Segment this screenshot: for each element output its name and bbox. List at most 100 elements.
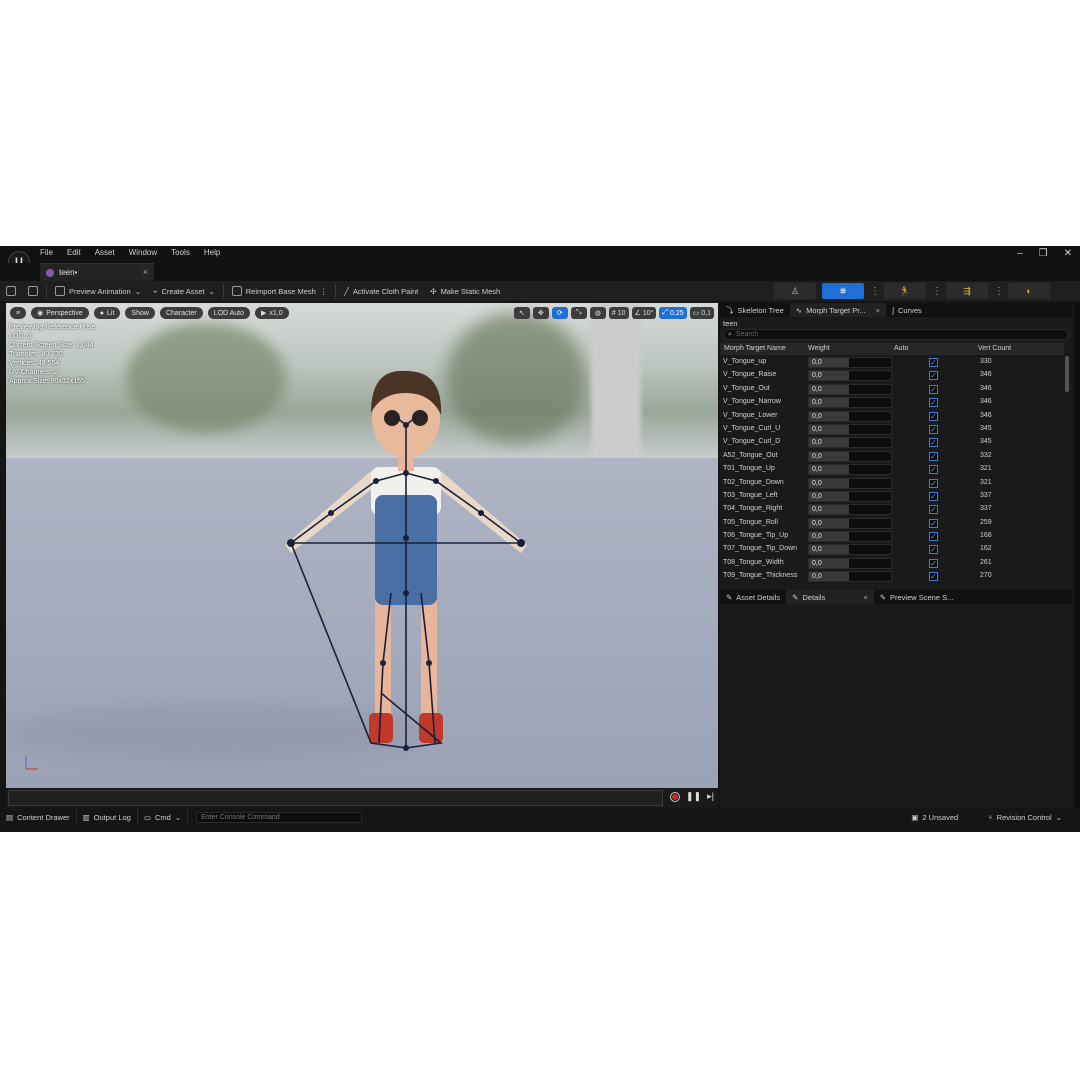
close-tab-icon[interactable]: ×	[876, 306, 880, 315]
close-tab-icon[interactable]: ×	[143, 267, 148, 277]
menu-edit[interactable]: Edit	[67, 248, 81, 257]
preview-animation-button[interactable]: Preview Animation ⌄	[49, 281, 147, 301]
revision-control-button[interactable]: ⑂ Revision Control ⌄	[982, 808, 1068, 826]
record-button[interactable]	[670, 791, 681, 802]
auto-checkbox[interactable]: ✓	[929, 505, 938, 515]
weight-slider[interactable]: 0,0	[808, 557, 892, 569]
menu-window[interactable]: Window	[129, 248, 157, 257]
table-row[interactable]: T04_Tongue_Right 0,0 ✓ 337	[720, 503, 1064, 516]
auto-checkbox[interactable]: ✓	[929, 384, 938, 394]
blueprint-mode-button[interactable]: ⇶	[946, 283, 988, 299]
table-row[interactable]: T03_Tongue_Left 0,0 ✓ 337	[720, 490, 1064, 503]
table-row[interactable]: V_Tongue_Raise 0,0 ✓ 346	[720, 369, 1064, 382]
table-row[interactable]: T09_Tongue_Thickness 0,0 ✓ 270	[720, 570, 1064, 583]
table-row[interactable]: T01_Tongue_Up 0,0 ✓ 321	[720, 463, 1064, 476]
table-row[interactable]: T08_Tongue_Width 0,0 ✓ 261	[720, 557, 1064, 570]
weight-slider[interactable]: 0,0	[808, 423, 892, 435]
character-skeleton-preview[interactable]	[271, 363, 541, 763]
character-button[interactable]: Character	[159, 307, 203, 319]
reimport-base-mesh-button[interactable]: Reimport Base Mesh ⋮	[226, 281, 334, 301]
scale-tool[interactable]: ⤡	[570, 307, 587, 319]
weight-slider[interactable]: 0,0	[808, 437, 892, 449]
table-row[interactable]: T06_Tongue_Tip_Up 0,0 ✓ 168	[720, 530, 1064, 543]
camera-speed-button[interactable]: ▭ 0,1	[689, 307, 714, 319]
column-header-name[interactable]: Morph Target Name	[724, 345, 786, 352]
table-row[interactable]: V_Tongue_up 0,0 ✓ 330	[720, 356, 1064, 369]
more-options-icon[interactable]: ⋮	[320, 287, 328, 296]
auto-checkbox[interactable]: ✓	[929, 371, 938, 381]
rotation-snap-button[interactable]: ∠ 10°	[631, 307, 657, 319]
auto-checkbox[interactable]: ✓	[929, 491, 938, 501]
table-row[interactable]: T02_Tongue_Down 0,0 ✓ 321	[720, 477, 1064, 490]
tab-skeleton-tree[interactable]: ⤵ Skeleton Tree	[720, 303, 790, 317]
browse-button[interactable]	[22, 281, 44, 301]
weight-slider[interactable]: 0,0	[808, 571, 892, 583]
rotate-tool[interactable]: ⟳	[551, 307, 568, 319]
column-header-vert-count[interactable]: Vert Count	[978, 345, 1011, 352]
auto-checkbox[interactable]: ✓	[929, 451, 938, 461]
table-row[interactable]: T05_Tongue_Roll 0,0 ✓ 259	[720, 517, 1064, 530]
weight-slider[interactable]: 0,0	[808, 531, 892, 543]
play-rate-button[interactable]: ▶ x1,0	[255, 307, 289, 319]
timeline-scrubber[interactable]	[8, 790, 663, 806]
table-row[interactable]: V_Tongue_Lower 0,0 ✓ 346	[720, 410, 1064, 423]
tab-preview-scene-settings[interactable]: ✎ Preview Scene S...	[874, 590, 960, 604]
tab-curves[interactable]: ∫ Curves	[886, 303, 928, 317]
menu-asset[interactable]: Asset	[95, 248, 115, 257]
weight-slider[interactable]: 0,0	[808, 397, 892, 409]
close-window-button[interactable]: ✕	[1064, 248, 1072, 259]
mesh-mode-button[interactable]: ⛯	[822, 283, 864, 299]
weight-slider[interactable]: 0,0	[808, 370, 892, 382]
column-header-auto[interactable]: Auto	[894, 345, 908, 352]
skeleton-mode-button[interactable]: ♙	[774, 283, 816, 299]
output-log-button[interactable]: ▥ Output Log	[77, 808, 138, 826]
weight-slider[interactable]: 0,0	[808, 383, 892, 395]
weight-slider[interactable]: 0,0	[808, 504, 892, 516]
weight-slider[interactable]: 0,0	[808, 410, 892, 422]
save-button[interactable]	[0, 281, 22, 301]
auto-checkbox[interactable]: ✓	[929, 424, 938, 434]
physics-mode-button[interactable]: ◐	[1008, 283, 1050, 299]
table-row[interactable]: V_Tongue_Curl_D 0,0 ✓ 345	[720, 436, 1064, 449]
weight-slider[interactable]: 0,0	[808, 450, 892, 462]
grid-snap-button[interactable]: #10	[608, 307, 629, 319]
more-options-icon[interactable]: ⋮	[932, 286, 942, 297]
weight-slider[interactable]: 0,0	[808, 490, 892, 502]
cmd-dropdown[interactable]: ▭ Cmd ⌄	[138, 808, 189, 826]
preview-viewport[interactable]: ≡ ◉ Perspective ● Lit Show Character LOD A…	[6, 303, 718, 788]
translate-tool[interactable]: ✥	[532, 307, 549, 319]
unsaved-button[interactable]: ▣ 2 Unsaved	[905, 808, 964, 826]
auto-checkbox[interactable]: ✓	[929, 518, 938, 528]
auto-checkbox[interactable]: ✓	[929, 572, 938, 582]
viewport-menu-button[interactable]: ≡	[10, 307, 27, 319]
auto-checkbox[interactable]: ✓	[929, 438, 938, 448]
perspective-button[interactable]: ◉ Perspective	[31, 307, 89, 319]
activate-cloth-paint-button[interactable]: ╱ Activate Cloth Paint	[338, 281, 424, 301]
tab-morph-target-preview[interactable]: ∿ Morph Target Pr... ×	[789, 303, 886, 317]
table-row[interactable]: T07_Tongue_Tip_Down 0,0 ✓ 162	[720, 543, 1064, 556]
weight-slider[interactable]: 0,0	[808, 357, 892, 368]
auto-checkbox[interactable]: ✓	[929, 465, 938, 475]
morph-target-search-input[interactable]: ⌕ Search	[723, 329, 1069, 340]
world-local-toggle[interactable]: ◍	[589, 307, 606, 319]
restore-button[interactable]: ❐	[1039, 248, 1048, 259]
table-row[interactable]: V_Tongue_Out 0,0 ✓ 346	[720, 383, 1064, 396]
table-row[interactable]: V_Tongue_Curl_U 0,0 ✓ 345	[720, 423, 1064, 436]
scale-snap-button[interactable]: ⤢ 0,25	[659, 307, 687, 319]
create-asset-button[interactable]: ⌁ Create Asset ⌄	[147, 281, 221, 301]
tab-details[interactable]: ✎ Details ×	[786, 590, 874, 604]
more-options-icon[interactable]: ⋮	[994, 286, 1004, 297]
auto-checkbox[interactable]: ✓	[929, 532, 938, 542]
select-tool[interactable]: ↖	[513, 307, 530, 319]
minimize-button[interactable]: –	[1017, 248, 1023, 259]
animation-mode-button[interactable]: 🏃	[884, 283, 926, 299]
make-static-mesh-button[interactable]: ✣ Make Static Mesh	[424, 281, 506, 301]
close-tab-icon[interactable]: ×	[863, 593, 867, 602]
morph-list-scrollbar[interactable]	[1065, 356, 1069, 583]
menu-file[interactable]: File	[40, 248, 53, 257]
weight-slider[interactable]: 0,0	[808, 544, 892, 556]
document-tab-teen[interactable]: teen• ×	[40, 263, 154, 281]
auto-checkbox[interactable]: ✓	[929, 558, 938, 568]
table-row[interactable]: V_Tongue_Narrow 0,0 ✓ 346	[720, 396, 1064, 409]
more-options-icon[interactable]: ⋮	[870, 286, 880, 297]
